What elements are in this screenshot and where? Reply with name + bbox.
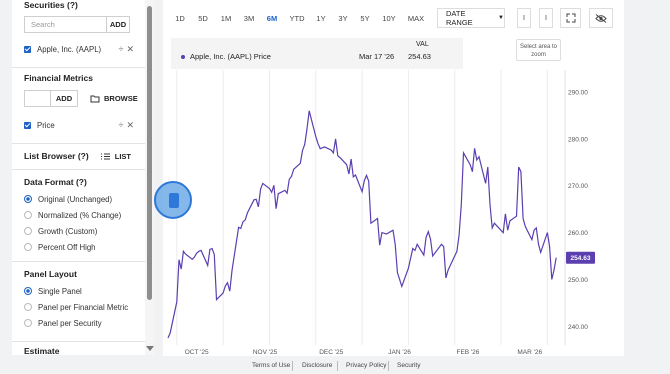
x-tick-label: MAR '26 (517, 349, 542, 356)
last-value-text: 254.63 (571, 255, 591, 262)
list-icon (100, 153, 110, 159)
x-tick-label: OCT '25 (185, 349, 209, 356)
touch-cursor-indicator (154, 181, 192, 219)
list-button-label: LIST (114, 151, 131, 161)
footer-link-privacy[interactable]: Privacy Policy (346, 362, 386, 369)
x-tick-label: DEC '25 (319, 349, 343, 356)
y-tick-label: 250.00 (568, 277, 588, 284)
radio[interactable] (24, 303, 32, 311)
y-tick-label: 280.00 (568, 136, 588, 143)
footer-link-disclosure[interactable]: Disclosure (302, 362, 332, 369)
chart-grid (176, 70, 566, 345)
chart-panel: 1D 5D 1M 3M 6M YTD 1Y 3Y 5Y 10Y MAX DATE… (163, 0, 624, 356)
layout-option-per-security[interactable]: Panel per Security (24, 315, 128, 331)
radio-selected[interactable] (24, 287, 32, 295)
estimate-section-title: Estimate (24, 346, 60, 355)
radio[interactable] (24, 319, 32, 327)
x-tick-label: NOV '25 (253, 349, 278, 356)
folder-icon (90, 95, 100, 102)
format-option-label: Percent Off High (38, 242, 96, 252)
data-format-title: Data Format (?) (24, 177, 87, 187)
browse-label: BROWSE (104, 94, 138, 103)
security-checkbox[interactable] (24, 46, 31, 53)
format-option-label: Growth (Custom) (38, 226, 98, 236)
format-option-normalized[interactable]: Normalized (% Change) (24, 207, 121, 223)
browse-button[interactable]: BROWSE (90, 94, 138, 103)
format-option-original[interactable]: Original (Unchanged) (24, 191, 121, 207)
layout-option-single[interactable]: Single Panel (24, 283, 128, 299)
securities-section: Securities (?) Search ADD Apple, Inc. (A… (12, 0, 145, 68)
layout-option-label: Panel per Security (38, 318, 102, 328)
sidebar-scrollbar-thumb[interactable] (147, 6, 152, 300)
metric-add-button[interactable]: ADD (51, 90, 78, 107)
x-tick-label: FEB '26 (456, 349, 479, 356)
panel-layout-title: Panel Layout (24, 269, 77, 279)
format-option-label: Original (Unchanged) (38, 194, 113, 204)
layout-option-per-metric[interactable]: Panel per Financial Metric (24, 299, 128, 315)
y-tick-label: 260.00 (568, 230, 588, 237)
y-tick-label: 270.00 (568, 183, 588, 190)
radio[interactable] (24, 211, 32, 219)
scroll-down-arrow-icon[interactable] (146, 346, 154, 351)
layout-option-label: Single Panel (38, 286, 82, 296)
list-browser-title: List Browser (?) (24, 151, 89, 161)
y-tick-label: 290.00 (568, 90, 588, 97)
securities-title: Securities (?) (24, 0, 78, 10)
footer-link-terms[interactable]: Terms of Use (252, 362, 290, 369)
data-format-section: Data Format (?) Original (Unchanged) Nor… (12, 170, 145, 262)
footer: Terms of Use Disclosure Privacy Policy S… (0, 358, 670, 374)
app-root: Securities (?) Search ADD Apple, Inc. (A… (0, 0, 670, 374)
price-chart[interactable]: 290.00 280.00 270.00 260.00 250.00 240.00 OCT… (163, 0, 624, 356)
move-remove-icons[interactable]: ÷✕ (119, 44, 137, 55)
metric-item-label: Price (37, 121, 55, 130)
list-button[interactable]: LIST (100, 151, 131, 161)
metric-checkbox[interactable] (24, 122, 31, 129)
security-add-button[interactable]: ADD (107, 16, 130, 33)
radio-selected[interactable] (24, 195, 32, 203)
x-axis-ticks: OCT '25 NOV '25 DEC '25 JAN '26 FEB '26 MAR '… (185, 349, 543, 356)
metric-input[interactable] (24, 90, 51, 107)
security-search-input[interactable]: Search (24, 16, 107, 33)
format-option-percent-off-high[interactable]: Percent Off High (24, 239, 121, 255)
sidebar: Securities (?) Search ADD Apple, Inc. (A… (12, 0, 145, 355)
x-tick-label: JAN '26 (388, 349, 411, 356)
list-browser-section: List Browser (?) LIST (12, 144, 145, 170)
financial-metrics-title: Financial Metrics (24, 73, 93, 83)
security-item[interactable]: Apple, Inc. (AAPL) ÷✕ (24, 44, 145, 55)
move-remove-icons[interactable]: ÷✕ (119, 120, 137, 131)
format-option-label: Normalized (% Change) (38, 210, 122, 220)
y-axis-ticks: 290.00 280.00 270.00 260.00 250.00 240.00 (568, 90, 588, 331)
security-item-label: Apple, Inc. (AAPL) (37, 45, 102, 54)
metric-item[interactable]: Price ÷✕ (24, 120, 145, 131)
footer-link-security[interactable]: Security (397, 362, 420, 369)
financial-metrics-section: Financial Metrics ADD BROWSE Price ÷✕ (12, 68, 145, 144)
layout-option-label: Panel per Financial Metric (38, 302, 129, 312)
y-tick-label: 240.00 (568, 324, 588, 331)
panel-layout-section: Panel Layout Single Panel Panel per Fina… (12, 262, 145, 342)
radio[interactable] (24, 227, 32, 235)
format-option-growth[interactable]: Growth (Custom) (24, 223, 121, 239)
radio[interactable] (24, 243, 32, 251)
last-value-label: 254.63 (566, 251, 595, 264)
